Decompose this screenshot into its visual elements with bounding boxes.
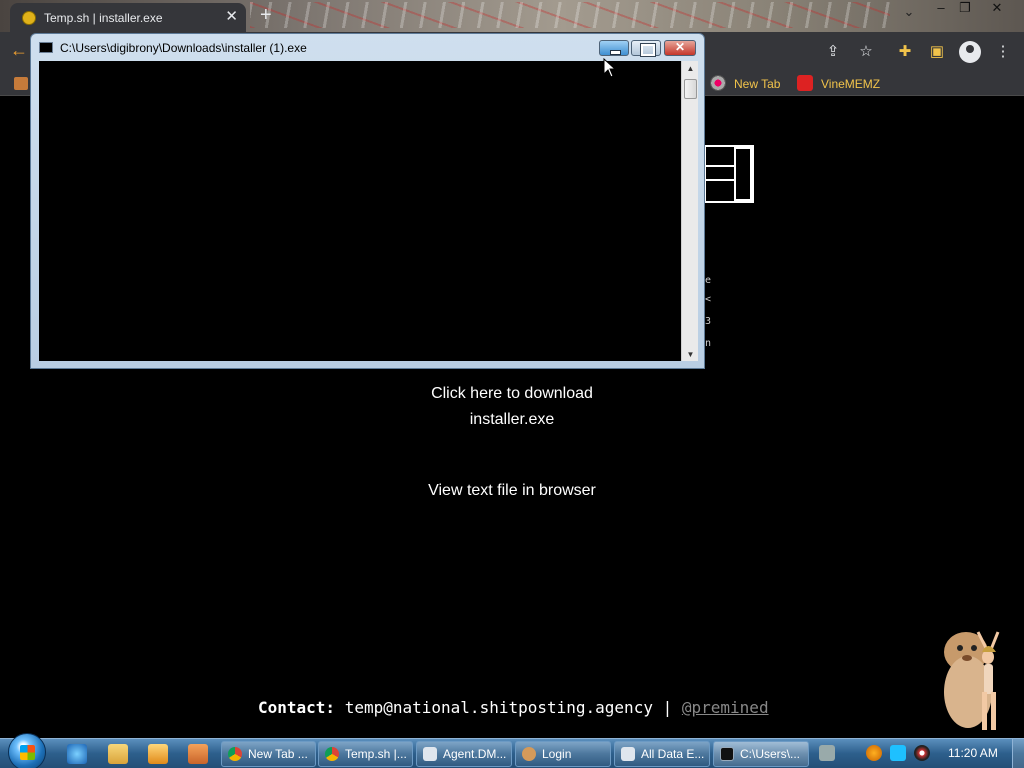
internet-explorer-icon[interactable] [67, 744, 87, 764]
windows-taskbar: New Tab ... Temp.sh |... Agent.DM... Log… [0, 733, 1024, 768]
wallpaper-scribble [250, 2, 890, 28]
bookmark-star-icon[interactable]: ☆ [855, 41, 877, 63]
tray-app-icon[interactable] [819, 745, 835, 761]
taskbar-item-all-data[interactable]: All Data E... [614, 741, 710, 767]
download-link[interactable]: Click here to download installer.exe [0, 381, 1024, 433]
console-icon [720, 747, 734, 761]
taskbar-item-new-tab[interactable]: New Tab ... [221, 741, 316, 767]
contact-line: Contact: temp@national.shitposting.agenc… [258, 698, 769, 717]
contact-handle-link[interactable]: @premined [682, 698, 769, 717]
start-button[interactable] [8, 733, 46, 768]
console-output-area[interactable] [39, 61, 681, 361]
console-scrollbar[interactable]: ▲ ▼ [681, 61, 698, 361]
stray-char: < [705, 294, 712, 305]
network-icon[interactable] [914, 745, 930, 761]
search-magnifier-icon[interactable] [866, 745, 882, 761]
taskbar-item-agent-dm[interactable]: Agent.DM... [416, 741, 512, 767]
r-logo-icon [797, 75, 813, 91]
download-link-line1: Click here to download [431, 385, 593, 402]
share-icon[interactable]: ⇪ [822, 41, 844, 63]
back-arrow-icon[interactable]: ← [10, 40, 28, 61]
chrome-icon [325, 747, 339, 761]
stray-char: 3 [705, 316, 712, 327]
taskbar-clock[interactable]: 11:20 AM [948, 746, 998, 760]
taskbar-item-label: C:\Users\... [740, 747, 801, 761]
mouse-pointer-icon [603, 58, 617, 78]
bookmark-folder-icon[interactable] [14, 77, 28, 90]
close-browser-icon[interactable]: ✕ [984, 0, 1010, 16]
scroll-up-arrow-icon[interactable]: ▲ [682, 64, 699, 73]
tab-title: Temp.sh | installer.exe [44, 11, 163, 25]
stray-char: e [705, 275, 712, 286]
app-launcher-icon[interactable] [188, 744, 208, 764]
console-window[interactable]: C:\Users\digibrony\Downloads\installer (… [30, 33, 705, 369]
bookmark-label: New Tab [734, 77, 781, 91]
side-panel-icon[interactable]: ▣ [926, 41, 948, 63]
window-icon [423, 747, 437, 761]
minimize-browser-icon[interactable]: – [928, 0, 954, 15]
console-minimize-button[interactable] [599, 40, 629, 56]
browser-tab-strip: Temp.sh | installer.exe ✕ + ⌄ – ❐ ✕ [0, 0, 1024, 32]
close-tab-icon[interactable]: ✕ [225, 7, 238, 25]
scroll-thumb[interactable] [684, 79, 697, 99]
desktop-buddy-mascot-icon [944, 631, 1000, 730]
taskbar-item-label: Login [542, 747, 572, 761]
taskbar-item-temp-sh[interactable]: Temp.sh |... [318, 741, 413, 767]
contact-label: Contact: [258, 698, 336, 717]
view-text-link[interactable]: View text file in browser [0, 478, 1024, 504]
new-tab-plus-icon[interactable]: + [260, 4, 272, 27]
scroll-down-arrow-icon[interactable]: ▼ [682, 350, 699, 359]
chrome-icon [228, 747, 242, 761]
console-maximize-button[interactable] [631, 40, 661, 57]
console-close-button[interactable] [664, 40, 696, 56]
media-player-icon[interactable] [148, 744, 168, 764]
contact-email[interactable]: temp@national.shitposting.agency [345, 698, 653, 717]
taskbar-item-console[interactable]: C:\Users\... [713, 741, 809, 767]
taskbar-item-label: Temp.sh |... [345, 747, 407, 761]
taskbar-item-login[interactable]: Login [515, 741, 611, 767]
globe-icon [710, 75, 726, 91]
bookmark-new-tab[interactable]: New Tab [710, 75, 780, 91]
user-icon [522, 747, 536, 761]
window-icon [621, 747, 635, 761]
show-desktop-button[interactable] [1012, 739, 1024, 768]
browser-tab[interactable]: Temp.sh | installer.exe ✕ [10, 3, 246, 32]
profile-avatar-icon[interactable] [959, 41, 981, 63]
menu-kebab-icon[interactable]: ⋮ [992, 41, 1014, 63]
bookmark-vinememz[interactable]: VineMEMZ [797, 75, 880, 91]
taskbar-item-label: New Tab ... [248, 747, 308, 761]
temp-sh-favicon-icon [22, 11, 36, 25]
console-icon [39, 42, 53, 53]
stray-char: n [705, 338, 712, 349]
temp-sh-logo-fragment [704, 145, 754, 203]
console-window-title: C:\Users\digibrony\Downloads\installer (… [60, 41, 307, 55]
display-icon[interactable] [890, 745, 906, 761]
bookmark-label: VineMEMZ [821, 77, 881, 91]
extensions-puzzle-icon[interactable]: ✚ [894, 41, 916, 63]
taskbar-item-label: All Data E... [641, 747, 705, 761]
restore-browser-icon[interactable]: ❐ [952, 0, 978, 16]
contact-separator: | [662, 698, 673, 717]
download-link-filename: installer.exe [469, 411, 555, 428]
explorer-folder-icon[interactable] [108, 744, 128, 764]
tab-search-chevron-icon[interactable]: ⌄ [896, 4, 922, 20]
taskbar-item-label: Agent.DM... [443, 747, 507, 761]
